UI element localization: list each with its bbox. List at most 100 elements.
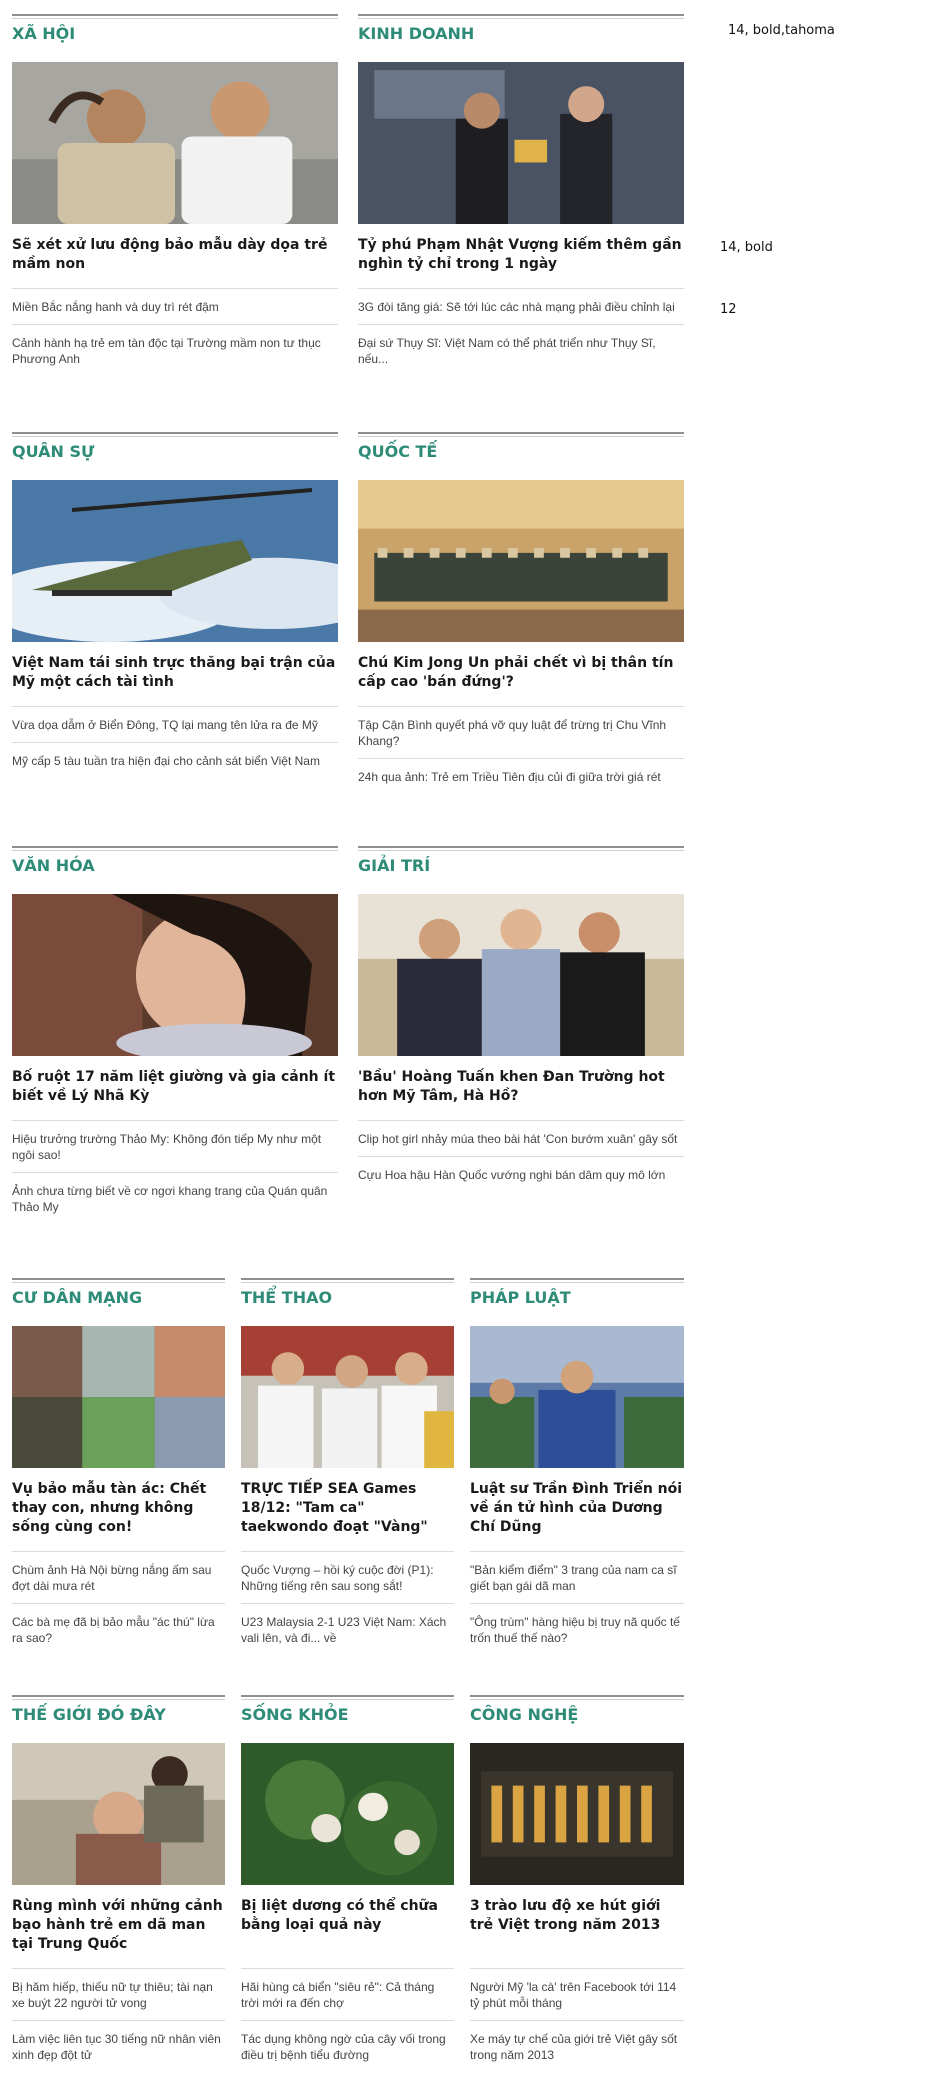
related-links: Vừa dọa dẫm ở Biển Đông, TQ lại mang tên… [12,706,338,778]
section-rule-thin [470,1699,684,1700]
section-rule-thin [12,1699,225,1700]
section-quocte: QUỐC TẾ Chú Kim Jong Un phải chết vì bị … [358,432,684,854]
related-link[interactable]: Người Mỹ 'la cà' trên Facebook tới 114 t… [470,1968,684,2020]
related-link[interactable]: Clip hot girl nhảy múa theo bài hát 'Con… [358,1120,684,1156]
related-link[interactable]: Đại sứ Thụy Sĩ: Việt Nam có thể phát tri… [358,324,684,376]
section-title[interactable]: KINH DOANH [358,24,474,43]
section-title[interactable]: XÃ HỘI [12,24,75,43]
section-title[interactable]: CÔNG NGHỆ [470,1705,578,1724]
related-link[interactable]: Chùm ảnh Hà Nội bừng nắng ấm sau đợt dài… [12,1551,225,1603]
related-link[interactable]: Bị hăm hiếp, thiếu nữ tự thiêu; tài nạn … [12,1968,225,2020]
related-link[interactable]: Các bà mẹ đã bị bảo mẫu "ác thú" lừa ra … [12,1603,225,1655]
related-link[interactable]: Làm việc liên tục 30 tiếng nữ nhân viên … [12,2020,225,2072]
section-rule-thin [12,1282,225,1283]
section-rule [470,1695,684,1697]
article-image[interactable] [358,480,684,642]
article-headline[interactable]: Chú Kim Jong Un phải chết vì bị thân tín… [358,654,684,692]
article-image[interactable] [12,894,338,1056]
section-xahoi: XÃ HỘI Sẽ xét xử lưu động bảo mẫu dày dọ… [12,14,338,436]
article-image[interactable] [241,1743,454,1885]
related-links: Người Mỹ 'la cà' trên Facebook tới 114 t… [470,1968,684,2072]
article-image[interactable] [470,1743,684,1885]
section-title[interactable]: THẾ GIỚI ĐÓ ĐÂY [12,1705,166,1724]
section-rule-thin [358,18,684,19]
related-link[interactable]: Cựu Hoa hậu Hàn Quốc vướng nghi bán dâm … [358,1156,684,1192]
section-rule [12,432,338,434]
related-links: Hiệu trưởng trường Thảo My: Không đón ti… [12,1120,338,1224]
section-title[interactable]: PHÁP LUẬT [470,1288,571,1307]
section-title[interactable]: SỐNG KHỎE [241,1705,349,1724]
section-songkhoe: SỐNG KHỎE Bị liệt dương có thể chữa bằng… [241,1695,454,2097]
section-rule [358,432,684,434]
article-headline[interactable]: Bố ruột 17 năm liệt giường và gia cảnh í… [12,1068,338,1106]
related-links: Chùm ảnh Hà Nội bừng nắng ấm sau đợt dài… [12,1551,225,1655]
section-thethao: THỂ THAO TRỰC TIẾP SEA Games 18/12: "Tam… [241,1278,454,1680]
article-image[interactable] [12,62,338,224]
related-links: Bị hăm hiếp, thiếu nữ tự thiêu; tài nạn … [12,1968,225,2072]
article-headline[interactable]: Rùng mình với những cảnh bạo hành trẻ em… [12,1897,225,1954]
section-congnghe: CÔNG NGHỆ 3 trào lưu độ xe hút giới trẻ … [470,1695,684,2097]
article-headline[interactable]: Bị liệt dương có thể chữa bằng loại quả … [241,1897,454,1935]
section-vanhoa: VĂN HÓA Bố ruột 17 năm liệt giường và gi… [12,846,338,1268]
related-link[interactable]: Mỹ cấp 5 tàu tuần tra hiện đại cho cảnh … [12,742,338,778]
related-link[interactable]: Cảnh hành hạ trẻ em tàn độc tại Trường m… [12,324,338,376]
section-giaitri: GIẢI TRÍ 'Bầu' Hoàng Tuấn khen Đan Trườn… [358,846,684,1268]
section-rule [358,14,684,16]
section-rule-thin [358,436,684,437]
article-image[interactable] [12,1743,225,1885]
section-rule-thin [241,1282,454,1283]
section-title[interactable]: QUÂN SỰ [12,442,94,461]
article-image[interactable] [12,480,338,642]
section-rule [241,1695,454,1697]
section-rule-thin [358,850,684,851]
section-rule [12,1695,225,1697]
related-link[interactable]: Miền Bắc nắng hanh và duy trì rét đậm [12,288,338,324]
related-link[interactable]: Xe máy tự chế của giới trẻ Việt gây sốt … [470,2020,684,2072]
related-links: "Bản kiểm điểm" 3 trang của nam ca sĩ gi… [470,1551,684,1655]
related-link[interactable]: Hiệu trưởng trường Thảo My: Không đón ti… [12,1120,338,1172]
section-rule [12,846,338,848]
related-link[interactable]: U23 Malaysia 2-1 U23 Việt Nam: Xách vali… [241,1603,454,1655]
article-image[interactable] [470,1326,684,1468]
related-link[interactable]: 3G đòi tăng giá: Sẽ tới lúc các nhà mạng… [358,288,684,324]
article-image[interactable] [358,894,684,1056]
section-rule [358,846,684,848]
related-link[interactable]: Tập Cận Bình quyết phá vỡ quy luật để tr… [358,706,684,758]
related-link[interactable]: Ảnh chưa từng biết về cơ ngơi khang tran… [12,1172,338,1224]
related-link[interactable]: Quốc Vượng – hồi ký cuộc đời (P1): Những… [241,1551,454,1603]
section-rule [241,1278,454,1280]
article-headline[interactable]: Tỷ phú Phạm Nhật Vượng kiếm thêm gần ngh… [358,236,684,274]
article-image[interactable] [358,62,684,224]
section-thegioi: THẾ GIỚI ĐÓ ĐÂY Rùng mình với những cảnh… [12,1695,225,2097]
section-rule-thin [12,18,338,19]
related-links: Tập Cận Bình quyết phá vỡ quy luật để tr… [358,706,684,794]
font-note-link: 12 [720,302,737,317]
article-image[interactable] [12,1326,225,1468]
section-quansu: QUÂN SỰ Việt Nam tái sinh trực thăng bại… [12,432,338,854]
related-link[interactable]: Tác dụng không ngờ của cây vối trong điề… [241,2020,454,2072]
related-link[interactable]: Hãi hùng cá biển "siêu rẻ": Cả tháng trờ… [241,1968,454,2020]
related-links: 3G đòi tăng giá: Sẽ tới lúc các nhà mạng… [358,288,684,376]
article-headline[interactable]: Vụ bảo mẫu tàn ác: Chết thay con, nhưng … [12,1480,225,1537]
related-link[interactable]: "Bản kiểm điểm" 3 trang của nam ca sĩ gi… [470,1551,684,1603]
section-phapluat: PHÁP LUẬT Luật sư Trần Đình Triển nói về… [470,1278,684,1680]
section-title[interactable]: THỂ THAO [241,1288,332,1307]
related-link[interactable]: Vừa dọa dẫm ở Biển Đông, TQ lại mang tên… [12,706,338,742]
section-title[interactable]: CƯ DÂN MẠNG [12,1288,142,1307]
related-links: Miền Bắc nắng hanh và duy trì rét đậm Cản… [12,288,338,376]
section-title[interactable]: QUỐC TẾ [358,442,437,461]
article-headline[interactable]: TRỰC TIẾP SEA Games 18/12: "Tam ca" taek… [241,1480,454,1537]
article-headline[interactable]: Sẽ xét xử lưu động bảo mẫu dày dọa trẻ m… [12,236,338,274]
section-rule [12,1278,225,1280]
font-note-headline: 14, bold [720,240,773,255]
article-headline[interactable]: Luật sư Trần Đình Triển nói về án tử hìn… [470,1480,684,1537]
related-link[interactable]: 24h qua ảnh: Trẻ em Triều Tiên địu củi đ… [358,758,684,794]
article-headline[interactable]: 'Bầu' Hoàng Tuấn khen Đan Trường hot hơn… [358,1068,684,1106]
article-headline[interactable]: Việt Nam tái sinh trực thăng bại trận củ… [12,654,338,692]
article-image[interactable] [241,1326,454,1468]
section-title[interactable]: VĂN HÓA [12,856,95,875]
section-title[interactable]: GIẢI TRÍ [358,856,430,875]
section-rule [470,1278,684,1280]
related-link[interactable]: "Ông trùm" hàng hiệu bị truy nã quốc tế … [470,1603,684,1655]
article-headline[interactable]: 3 trào lưu độ xe hút giới trẻ Việt trong… [470,1897,684,1935]
